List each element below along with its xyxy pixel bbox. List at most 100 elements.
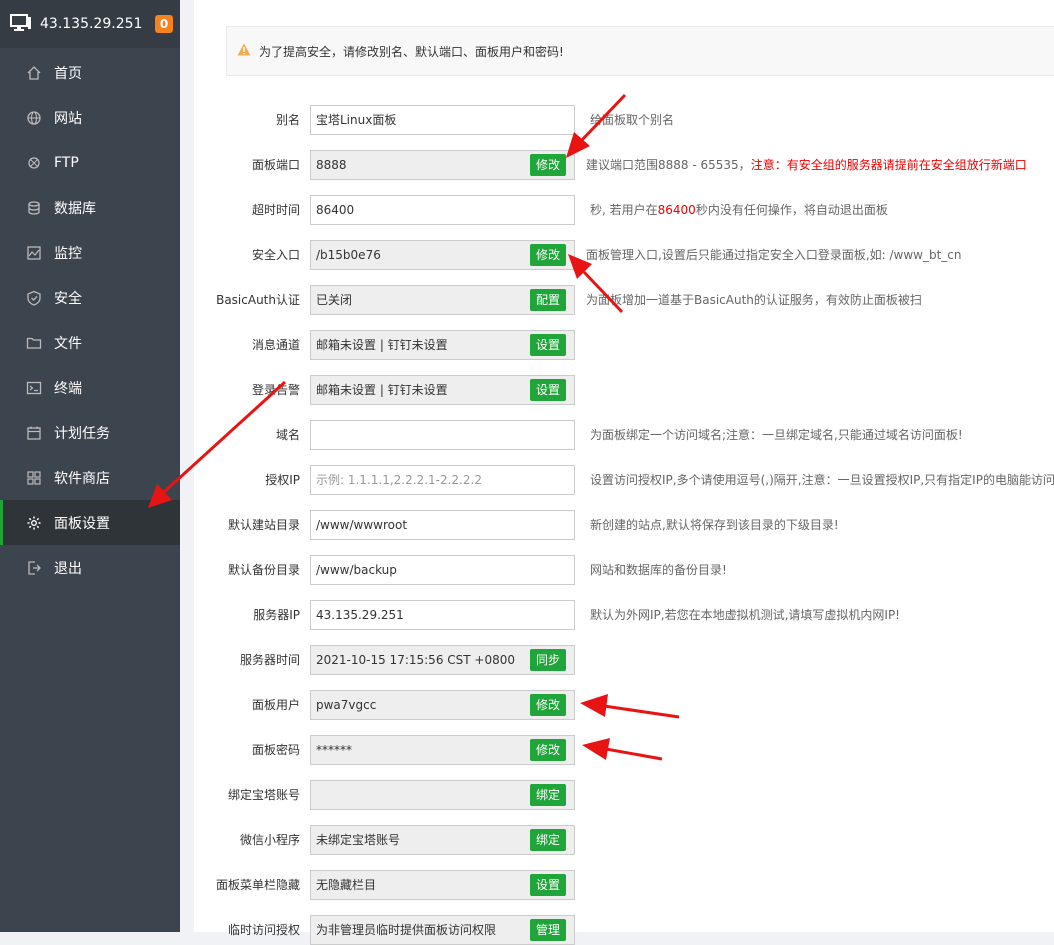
monitor-icon: [26, 245, 42, 261]
time-sync-button[interactable]: 同步: [530, 649, 566, 671]
setting-row-temp-access: 临时访问授权 为非管理员临时提供面板访问权限 管理: [194, 915, 1054, 945]
login-alert-setup-button[interactable]: 设置: [530, 379, 566, 401]
setting-row-auth-ip: 授权IP 示例: 1.1.1.1,2.2.2.1-2.2.2.2 设置访问授权I…: [194, 465, 1054, 495]
sidebar-item-label: 软件商店: [54, 470, 110, 487]
sidebar-item-label: 网站: [54, 110, 82, 127]
globe-icon: [26, 110, 42, 126]
setting-label: 临时访问授权: [227, 923, 300, 937]
server-ip-input[interactable]: 43.135.29.251: [310, 600, 575, 630]
security-alert: 为了提高安全，请修改别名、默认端口、面板用户和密码!: [226, 26, 1054, 76]
setting-row-login-alert: 登录告警 邮箱未设置 | 钉钉未设置 设置: [194, 375, 1054, 405]
bt-account-bind-button[interactable]: 绑定: [530, 784, 566, 806]
auth-ip-input[interactable]: 示例: 1.1.1.1,2.2.2.1-2.2.2.2: [310, 465, 575, 495]
sidebar-item-label: 监控: [54, 245, 82, 262]
sidebar-item-label: 退出: [54, 560, 82, 577]
sidebar-item-panel-settings[interactable]: 面板设置: [0, 500, 180, 545]
warning-icon: [237, 43, 251, 59]
sidebar-item-ftp[interactable]: FTP: [0, 140, 180, 185]
sidebar-item-database[interactable]: 数据库: [0, 185, 180, 230]
setting-label: 面板端口: [251, 158, 300, 172]
sidebar-item-label: 数据库: [54, 200, 96, 217]
apps-icon: [26, 470, 42, 486]
sidebar-item-label: 安全: [54, 290, 82, 307]
user-modify-button[interactable]: 修改: [530, 694, 566, 716]
home-icon: [26, 65, 42, 81]
wechat-bind-button[interactable]: 绑定: [530, 829, 566, 851]
port-hint-text: 建议端口范围8888 - 65535，: [586, 158, 751, 172]
terminal-icon: [26, 380, 42, 396]
gear-icon: [26, 515, 42, 531]
setting-row-bt-account: 绑定宝塔账号 绑定: [194, 780, 1054, 810]
setting-hint: 秒, 若用户在86400秒内没有任何操作，将自动退出面板: [590, 195, 888, 225]
menu-hide-setup-button[interactable]: 设置: [530, 874, 566, 896]
sidebar-item-terminal[interactable]: 终端: [0, 365, 180, 410]
alias-input[interactable]: 宝塔Linux面板: [310, 105, 575, 135]
setting-hint: 面板管理入口,设置后只能通过指定安全入口登录面板,如: /www_bt_cn: [586, 248, 962, 262]
message-badge[interactable]: 0: [155, 15, 173, 33]
setting-row-server-ip: 服务器IP 43.135.29.251 默认为外网IP,若您在本地虚拟机测试,请…: [194, 600, 1054, 630]
sidebar-item-home[interactable]: 首页: [0, 50, 180, 95]
setting-hint: 默认为外网IP,若您在本地虚拟机测试,请填写虚拟机内网IP!: [590, 608, 900, 622]
setting-label: 默认备份目录: [227, 563, 300, 577]
setting-label: 授权IP: [265, 473, 300, 487]
timeout-hint-b: 秒内没有任何操作，将自动退出面板: [695, 203, 888, 217]
setting-row-basicauth: BasicAuth认证 已关闭 配置 为面板增加一道基于BasicAuth的认证…: [194, 285, 1054, 315]
sidebar-item-security[interactable]: 安全: [0, 275, 180, 320]
sidebar-item-logout[interactable]: 退出: [0, 545, 180, 590]
setting-row-message: 消息通道 邮箱未设置 | 钉钉未设置 设置: [194, 330, 1054, 360]
sidebar-nav: 首页 网站 FTP 数据库 监控 安全 文件 终端 计划任务 软件商店 面板设置…: [0, 50, 180, 590]
message-setup-button[interactable]: 设置: [530, 334, 566, 356]
sidebar-item-label: 面板设置: [54, 515, 110, 532]
port-modify-button[interactable]: 修改: [530, 154, 566, 176]
setting-row-alias: 别名 宝塔Linux面板 给面板取个别名: [194, 105, 1054, 135]
sidebar-item-app-store[interactable]: 软件商店: [0, 455, 180, 500]
setting-label: 登录告警: [251, 383, 300, 397]
password-modify-button[interactable]: 修改: [530, 739, 566, 761]
domain-input[interactable]: [310, 420, 575, 450]
temp-access-manage-button[interactable]: 管理: [530, 919, 566, 941]
setting-row-user: 面板用户 pwa7vgcc 修改: [194, 690, 1054, 720]
setting-label: 面板菜单栏隐藏: [215, 878, 300, 892]
shield-icon: [26, 290, 42, 306]
setting-row-wechat: 微信小程序 未绑定宝塔账号 绑定: [194, 825, 1054, 855]
setting-row-timeout: 超时时间 86400 秒, 若用户在86400秒内没有任何操作，将自动退出面板: [194, 195, 1054, 225]
database-icon: [26, 200, 42, 216]
basicauth-config-button[interactable]: 配置: [530, 289, 566, 311]
site-dir-input[interactable]: /www/wwwroot: [310, 510, 575, 540]
setting-row-site-dir: 默认建站目录 /www/wwwroot 新创建的站点,默认将保存到该目录的下级目…: [194, 510, 1054, 540]
setting-row-backup-dir: 默认备份目录 /www/backup 网站和数据库的备份目录!: [194, 555, 1054, 585]
calendar-icon: [26, 425, 42, 441]
timeout-input[interactable]: 86400: [310, 195, 575, 225]
alert-text: 为了提高安全，请修改别名、默认端口、面板用户和密码!: [259, 44, 564, 59]
sidebar-item-website[interactable]: 网站: [0, 95, 180, 140]
setting-hint: 新创建的站点,默认将保存到该目录的下级目录!: [590, 518, 839, 532]
port-hint-warning: 注意：有安全组的服务器请提前在安全组放行新端口: [750, 158, 1027, 172]
sidebar: 43.135.29.251 0 首页 网站 FTP 数据库 监控 安全 文件 终…: [0, 0, 180, 932]
sidebar-item-cron[interactable]: 计划任务: [0, 410, 180, 455]
setting-label: 面板用户: [251, 698, 300, 712]
sidebar-item-label: 首页: [54, 65, 82, 82]
setting-label: BasicAuth认证: [216, 293, 300, 307]
server-header[interactable]: 43.135.29.251 0: [0, 0, 180, 48]
setting-label: 面板密码: [251, 743, 300, 757]
setting-label: 服务器时间: [239, 653, 300, 667]
logout-icon: [26, 560, 42, 576]
server-ip: 43.135.29.251: [40, 16, 143, 32]
setting-label: 超时时间: [251, 203, 300, 217]
setting-row-entry: 安全入口 /b15b0e76 修改 面板管理入口,设置后只能通过指定安全入口登录…: [194, 240, 1054, 270]
sidebar-item-monitor[interactable]: 监控: [0, 230, 180, 275]
entry-modify-button[interactable]: 修改: [530, 244, 566, 266]
folder-icon: [26, 335, 42, 351]
settings-panel: 为了提高安全，请修改别名、默认端口、面板用户和密码! 别名 宝塔Linux面板 …: [194, 0, 1054, 945]
setting-hint: 建议端口范围8888 - 65535，注意：有安全组的服务器请提前在安全组放行新…: [586, 150, 1027, 180]
sidebar-item-label: 终端: [54, 380, 82, 397]
setting-label: 服务器IP: [253, 608, 300, 622]
setting-hint: 给面板取个别名: [590, 113, 675, 127]
setting-row-server-time: 服务器时间 2021-10-15 17:15:56 CST +0800 同步: [194, 645, 1054, 675]
setting-label: 别名: [275, 113, 300, 127]
setting-row-port: 面板端口 8888 修改 建议端口范围8888 - 65535，注意：有安全组的…: [194, 150, 1054, 180]
setting-hint: 设置访问授权IP,多个请使用逗号(,)隔开,注意：一旦设置授权IP,只有指定IP…: [590, 473, 1054, 487]
backup-dir-input[interactable]: /www/backup: [310, 555, 575, 585]
setting-row-menu-hide: 面板菜单栏隐藏 无隐藏栏目 设置: [194, 870, 1054, 900]
sidebar-item-files[interactable]: 文件: [0, 320, 180, 365]
